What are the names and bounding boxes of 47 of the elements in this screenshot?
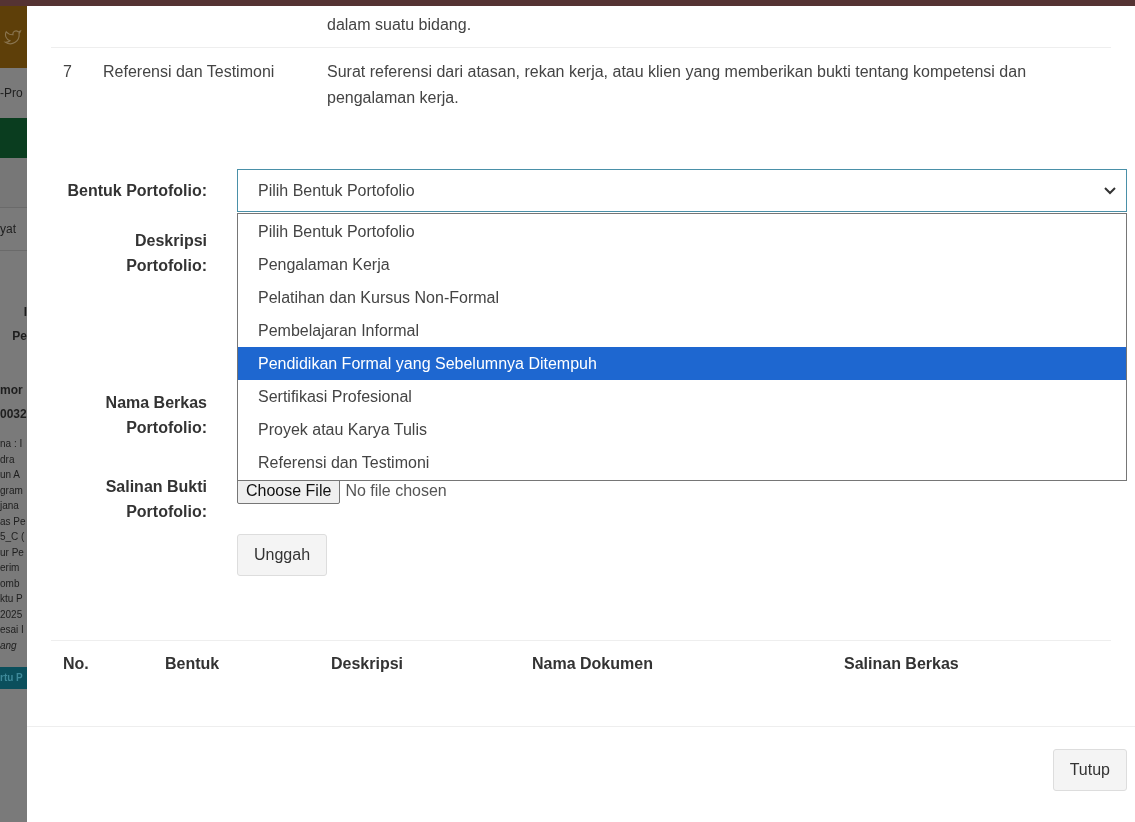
upload-button[interactable]: Unggah [237, 534, 328, 576]
dropdown-option[interactable]: Referensi dan Testimoni [238, 446, 1126, 479]
chevron-down-icon [1104, 186, 1116, 195]
form-label: Deskripsi Portofolio: [125, 231, 207, 276]
page-heading: Pe [12, 328, 27, 345]
dropdown-option[interactable]: Pilih Bentuk Portofolio [238, 215, 1126, 248]
page-text: ur Pe [0, 545, 25, 560]
table-cell: dalam suatu bidang. [327, 16, 472, 33]
page-text: ang [0, 638, 18, 653]
page-text: jana [0, 499, 20, 513]
page-text: ktu P [0, 592, 24, 606]
bird-icon[interactable] [3, 28, 23, 46]
page-text: 2025 [0, 607, 24, 622]
table-cell: 7 [63, 63, 72, 80]
header-stripe [0, 118, 27, 158]
page-text: un A [0, 468, 22, 482]
dropdown-option[interactable]: Pembelajaran Informal [238, 314, 1126, 347]
page-text: erim [0, 561, 21, 575]
form-label: Bentuk Portofolio: [67, 180, 207, 201]
close-button[interactable]: Tutup [1052, 749, 1127, 791]
column-header: Salinan Berkas [844, 654, 959, 672]
page-text: omb [0, 576, 21, 591]
column-header: No. [63, 654, 89, 672]
menu-text[interactable]: yat [0, 222, 16, 236]
column-header: Nama Dokumen [532, 654, 653, 672]
page-text: dra [0, 452, 16, 467]
page-text: gram [0, 483, 24, 498]
form-select[interactable]: Pilih Bentuk Portofolio [237, 169, 1127, 212]
page-text: esai I [0, 623, 25, 637]
form-label: Nama Berkas Portofolio: [104, 393, 207, 438]
column-header: Deskripsi [331, 654, 404, 672]
file-status: No file chosen [345, 481, 447, 501]
table-cell: Surat referensi dari atasan, rekan kerja, atau klien yang memberikan bukti tentang kompetensi dan pengalaman kerja. [327, 63, 1027, 106]
form-label: Salinan Bukti Portofolio: [104, 477, 207, 522]
dropdown-option[interactable]: Pengalaman Kerja [238, 248, 1126, 281]
page-heading: I [23, 304, 27, 321]
page-text: 5_C ( [0, 530, 26, 544]
page-text: 0032 [0, 406, 27, 423]
page-text: mor [0, 382, 24, 399]
table-cell: Referensi dan Testimoni [103, 63, 275, 80]
dropdown-option[interactable]: Sertifikasi Profesional [238, 380, 1126, 413]
column-header: Bentuk [165, 654, 220, 672]
dropdown-option[interactable]: Pelatihan dan Kursus Non-Formal [238, 281, 1126, 314]
page-text: -Pro [0, 86, 23, 100]
page-text: as Pe [0, 514, 27, 529]
dropdown-option[interactable]: Proyek atau Karya Tulis [238, 413, 1126, 446]
dropdown-option[interactable]: Pendidikan Formal yang Sebelumnya Ditempuh [238, 347, 1126, 380]
